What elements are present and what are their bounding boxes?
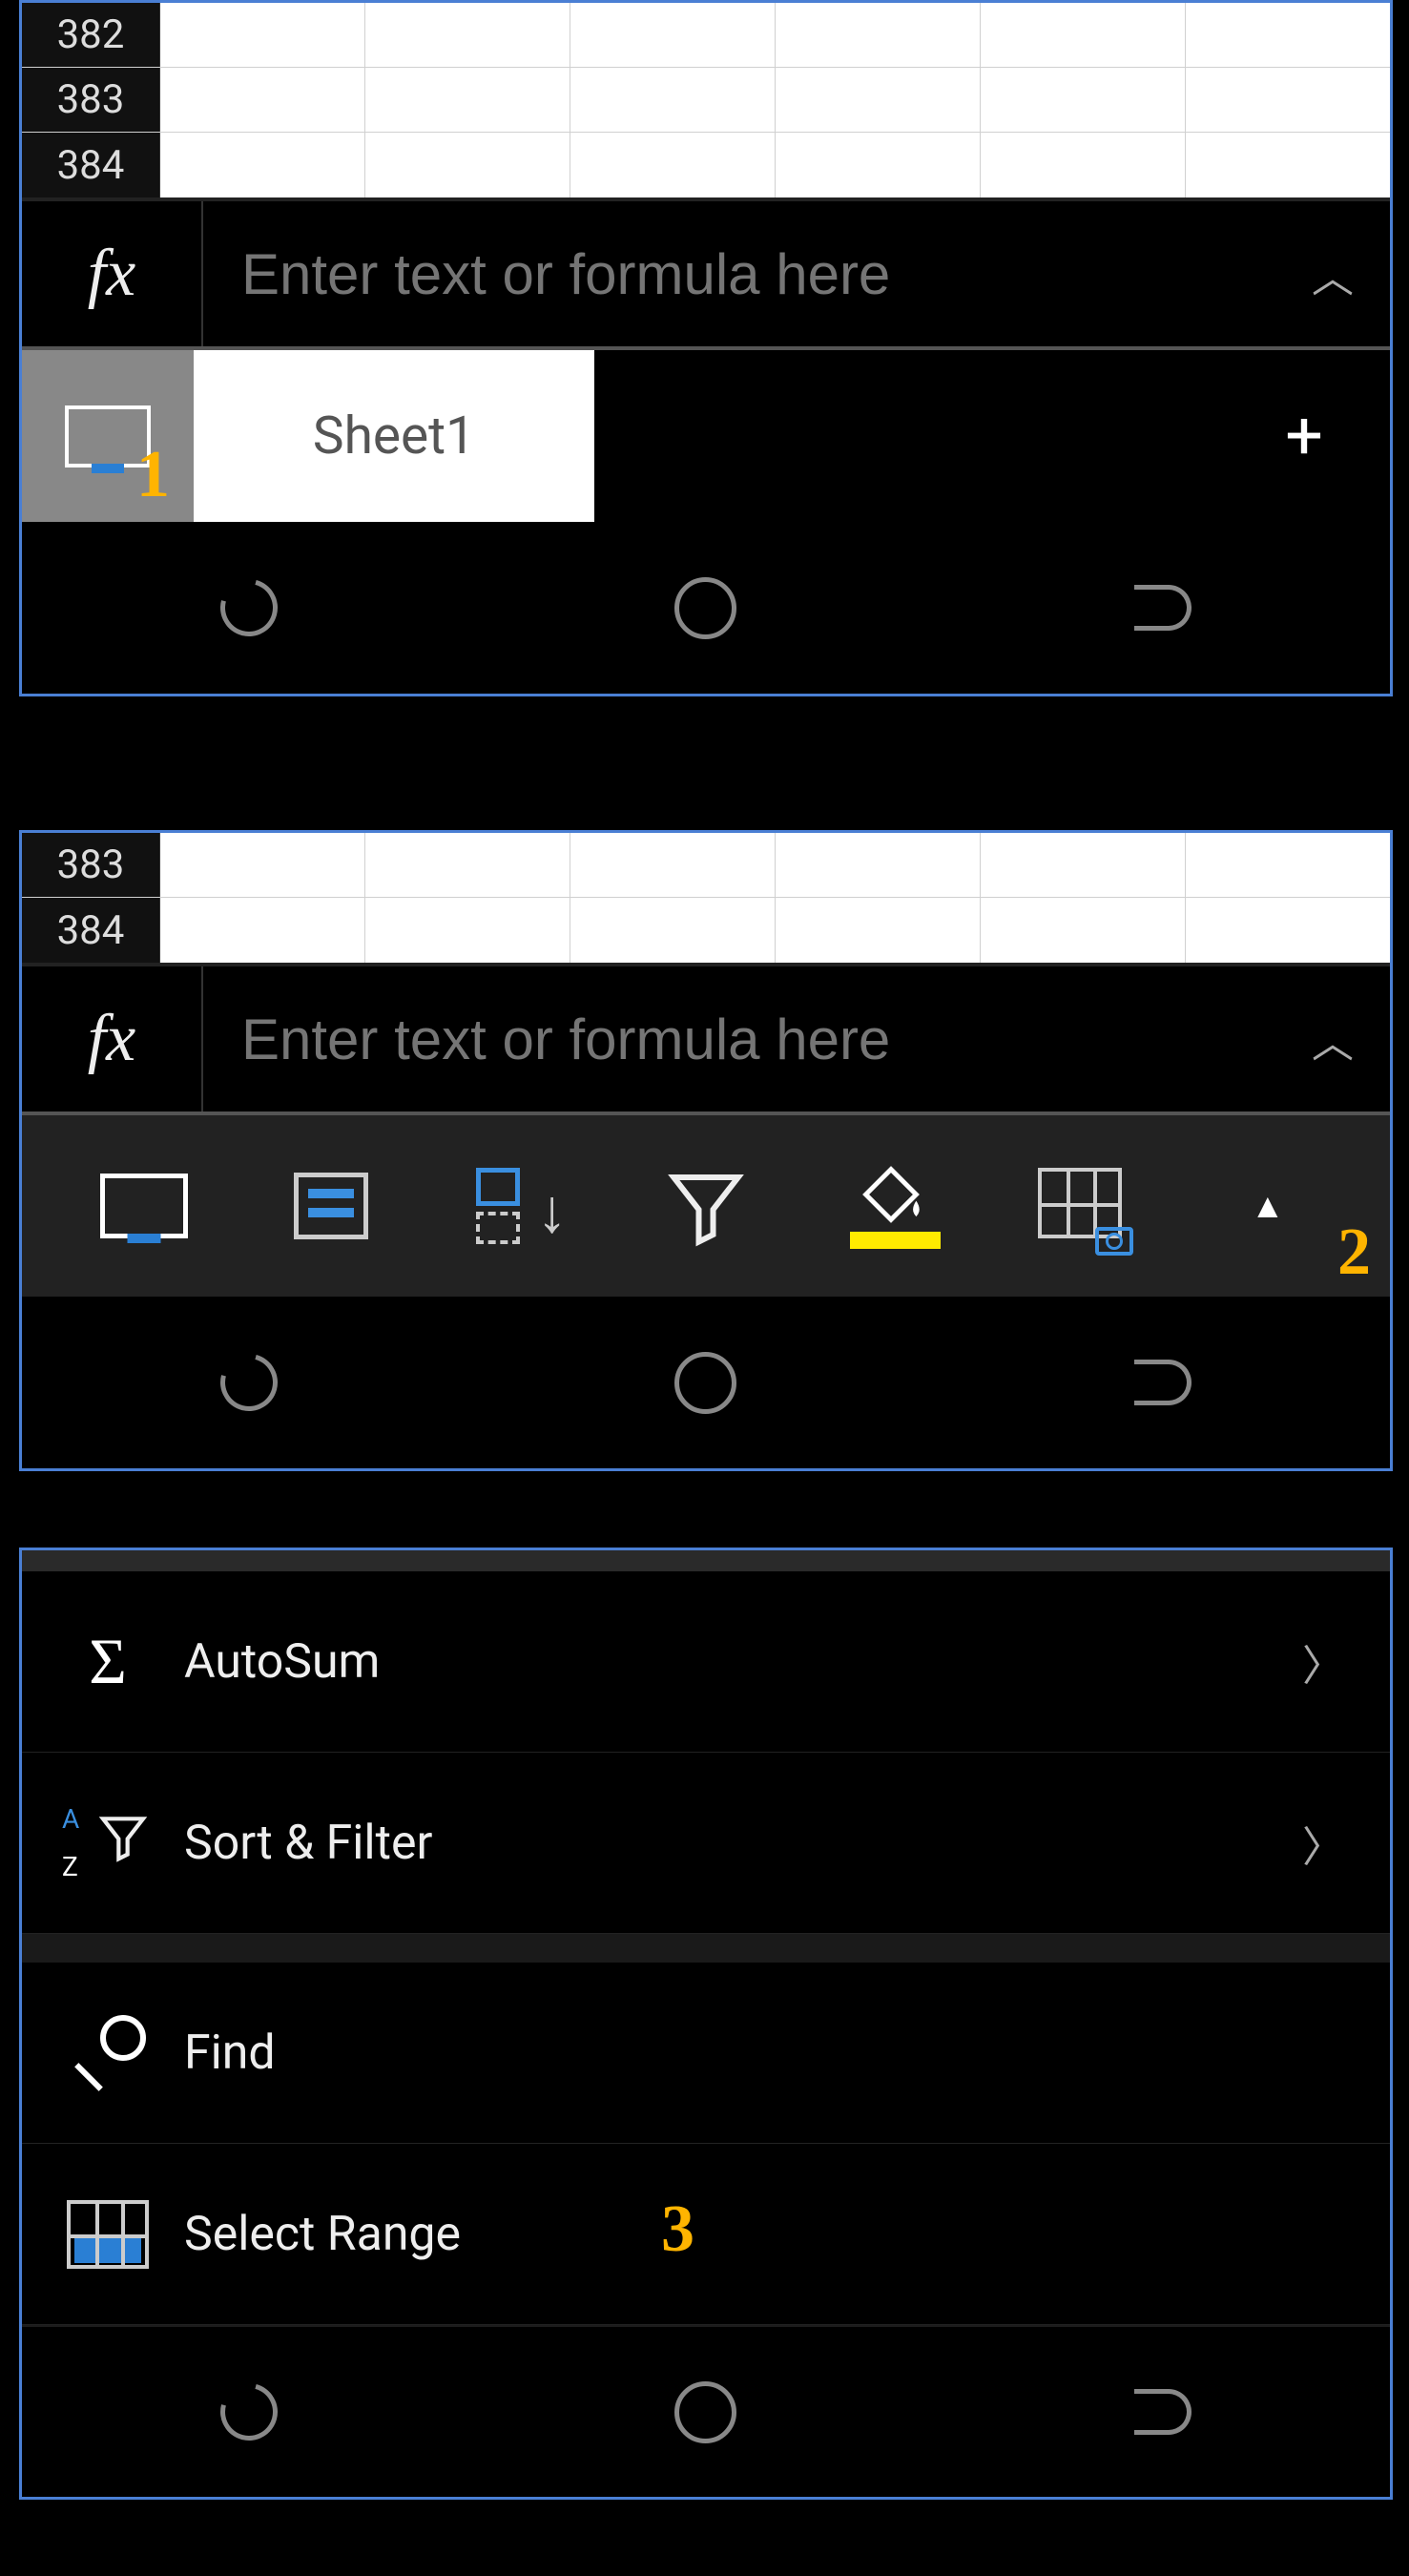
screenshot-1: 382 383 384 fx ︿ <box>19 0 1393 696</box>
menu-label: AutoSum <box>155 1634 1295 1690</box>
cell[interactable] <box>981 68 1186 132</box>
card-view-button[interactable] <box>279 1173 383 1239</box>
cell[interactable] <box>160 833 365 897</box>
cell[interactable] <box>570 898 776 963</box>
sort-filter-item[interactable]: AZ Sort & Filter 〉 <box>22 1753 1390 1934</box>
fx-icon[interactable]: fx <box>22 966 203 1111</box>
chevron-right-icon: 〉 <box>1295 1631 1352 1693</box>
chevron-right-icon: 〉 <box>1295 1813 1352 1874</box>
row-header[interactable]: 383 <box>22 833 160 897</box>
cell[interactable] <box>160 898 365 963</box>
find-item[interactable]: Find <box>22 1963 1390 2144</box>
sheet-view-button[interactable] <box>92 1174 197 1238</box>
cell[interactable] <box>365 833 570 897</box>
chevron-up-icon[interactable]: ︿ <box>1275 1008 1390 1070</box>
home-icon[interactable] <box>674 1352 736 1414</box>
back-icon[interactable] <box>1134 2389 1191 2435</box>
add-sheet-button[interactable]: + <box>594 350 1390 522</box>
select-range-item[interactable]: Select Range 3 <box>22 2144 1390 2325</box>
sheet-tab[interactable]: Sheet1 <box>194 350 594 522</box>
fill-color-button[interactable] <box>840 1163 945 1249</box>
cell[interactable] <box>570 68 776 132</box>
fill-bucket-icon <box>845 1163 941 1249</box>
cell[interactable] <box>365 3 570 67</box>
menu-label: Sort & Filter <box>155 1816 1295 1871</box>
expand-toolbar-button[interactable]: ▲ <box>1215 1186 1320 1226</box>
system-nav <box>22 1297 1390 1468</box>
sort-filter-icon: AZ <box>66 1810 150 1877</box>
recent-apps-icon[interactable] <box>220 579 278 636</box>
select-range-icon <box>67 2200 149 2269</box>
cell[interactable] <box>981 133 1186 197</box>
autosum-item[interactable]: Σ AutoSum 〉 <box>22 1571 1390 1753</box>
cell[interactable] <box>776 3 981 67</box>
triangle-up-icon: ▲ <box>1251 1186 1285 1226</box>
sort-button[interactable] <box>466 1168 571 1244</box>
cell[interactable] <box>570 3 776 67</box>
cell[interactable] <box>776 833 981 897</box>
cell[interactable] <box>160 3 365 67</box>
home-icon[interactable] <box>674 577 736 639</box>
cell[interactable] <box>1186 68 1390 132</box>
back-icon[interactable] <box>1134 1360 1191 1405</box>
sort-icon <box>476 1168 562 1244</box>
recent-apps-icon[interactable] <box>220 2383 278 2441</box>
cell[interactable] <box>776 68 981 132</box>
spreadsheet-grid[interactable]: 383 384 <box>22 833 1390 963</box>
cell[interactable] <box>1186 898 1390 963</box>
cell[interactable] <box>1186 833 1390 897</box>
cell[interactable] <box>160 68 365 132</box>
cell[interactable] <box>776 898 981 963</box>
filter-button[interactable] <box>653 1163 758 1249</box>
cell[interactable] <box>365 68 570 132</box>
cell[interactable] <box>1186 133 1390 197</box>
picture-from-grid-button[interactable] <box>1028 1168 1133 1244</box>
cell[interactable] <box>160 133 365 197</box>
cell[interactable] <box>776 133 981 197</box>
formula-input[interactable] <box>203 201 1275 346</box>
cell[interactable] <box>365 133 570 197</box>
menu-separator <box>22 1934 1390 1963</box>
menu-label: Find <box>155 2025 1295 2081</box>
spreadsheet-grid[interactable]: 382 383 384 <box>22 3 1390 197</box>
row-header[interactable]: 382 <box>22 3 160 67</box>
back-icon[interactable] <box>1134 585 1191 631</box>
monitor-icon <box>65 405 151 467</box>
cell[interactable] <box>1186 3 1390 67</box>
cell[interactable] <box>981 898 1186 963</box>
menu-label: Select Range <box>155 2207 1295 2262</box>
cell[interactable] <box>570 833 776 897</box>
screenshot-3: Σ AutoSum 〉 AZ Sort & Filter 〉 <box>19 1548 1393 2500</box>
monitor-icon <box>100 1174 188 1238</box>
funnel-icon <box>663 1163 749 1249</box>
row-header[interactable]: 384 <box>22 133 160 197</box>
formula-input[interactable] <box>203 966 1275 1111</box>
system-nav <box>22 2325 1390 2497</box>
cell[interactable] <box>981 833 1186 897</box>
formula-bar: fx ︿ <box>22 197 1390 350</box>
home-icon[interactable] <box>674 2381 736 2443</box>
cell[interactable] <box>570 133 776 197</box>
chevron-up-icon[interactable]: ︿ <box>1275 243 1390 304</box>
screenshot-2: 383 384 fx ︿ <box>19 830 1393 1471</box>
sigma-icon: Σ <box>89 1624 127 1699</box>
quick-toolbar: ▲ <box>22 1115 1390 1297</box>
recent-apps-icon[interactable] <box>220 1354 278 1411</box>
row-header[interactable]: 383 <box>22 68 160 132</box>
formula-bar: fx ︿ <box>22 963 1390 1115</box>
menu-list: Σ AutoSum 〉 AZ Sort & Filter 〉 <box>22 1571 1390 2325</box>
sheet-view-button[interactable] <box>22 350 194 522</box>
menu-grab-bar[interactable] <box>22 1550 1390 1571</box>
grid-camera-icon <box>1038 1168 1124 1244</box>
sheet-tab-strip: Sheet1 + <box>22 350 1390 522</box>
row-header[interactable]: 384 <box>22 898 160 963</box>
search-icon <box>70 2015 146 2091</box>
card-icon <box>294 1173 368 1239</box>
system-nav <box>22 522 1390 694</box>
cell[interactable] <box>981 3 1186 67</box>
fx-icon[interactable]: fx <box>22 201 203 346</box>
cell[interactable] <box>365 898 570 963</box>
